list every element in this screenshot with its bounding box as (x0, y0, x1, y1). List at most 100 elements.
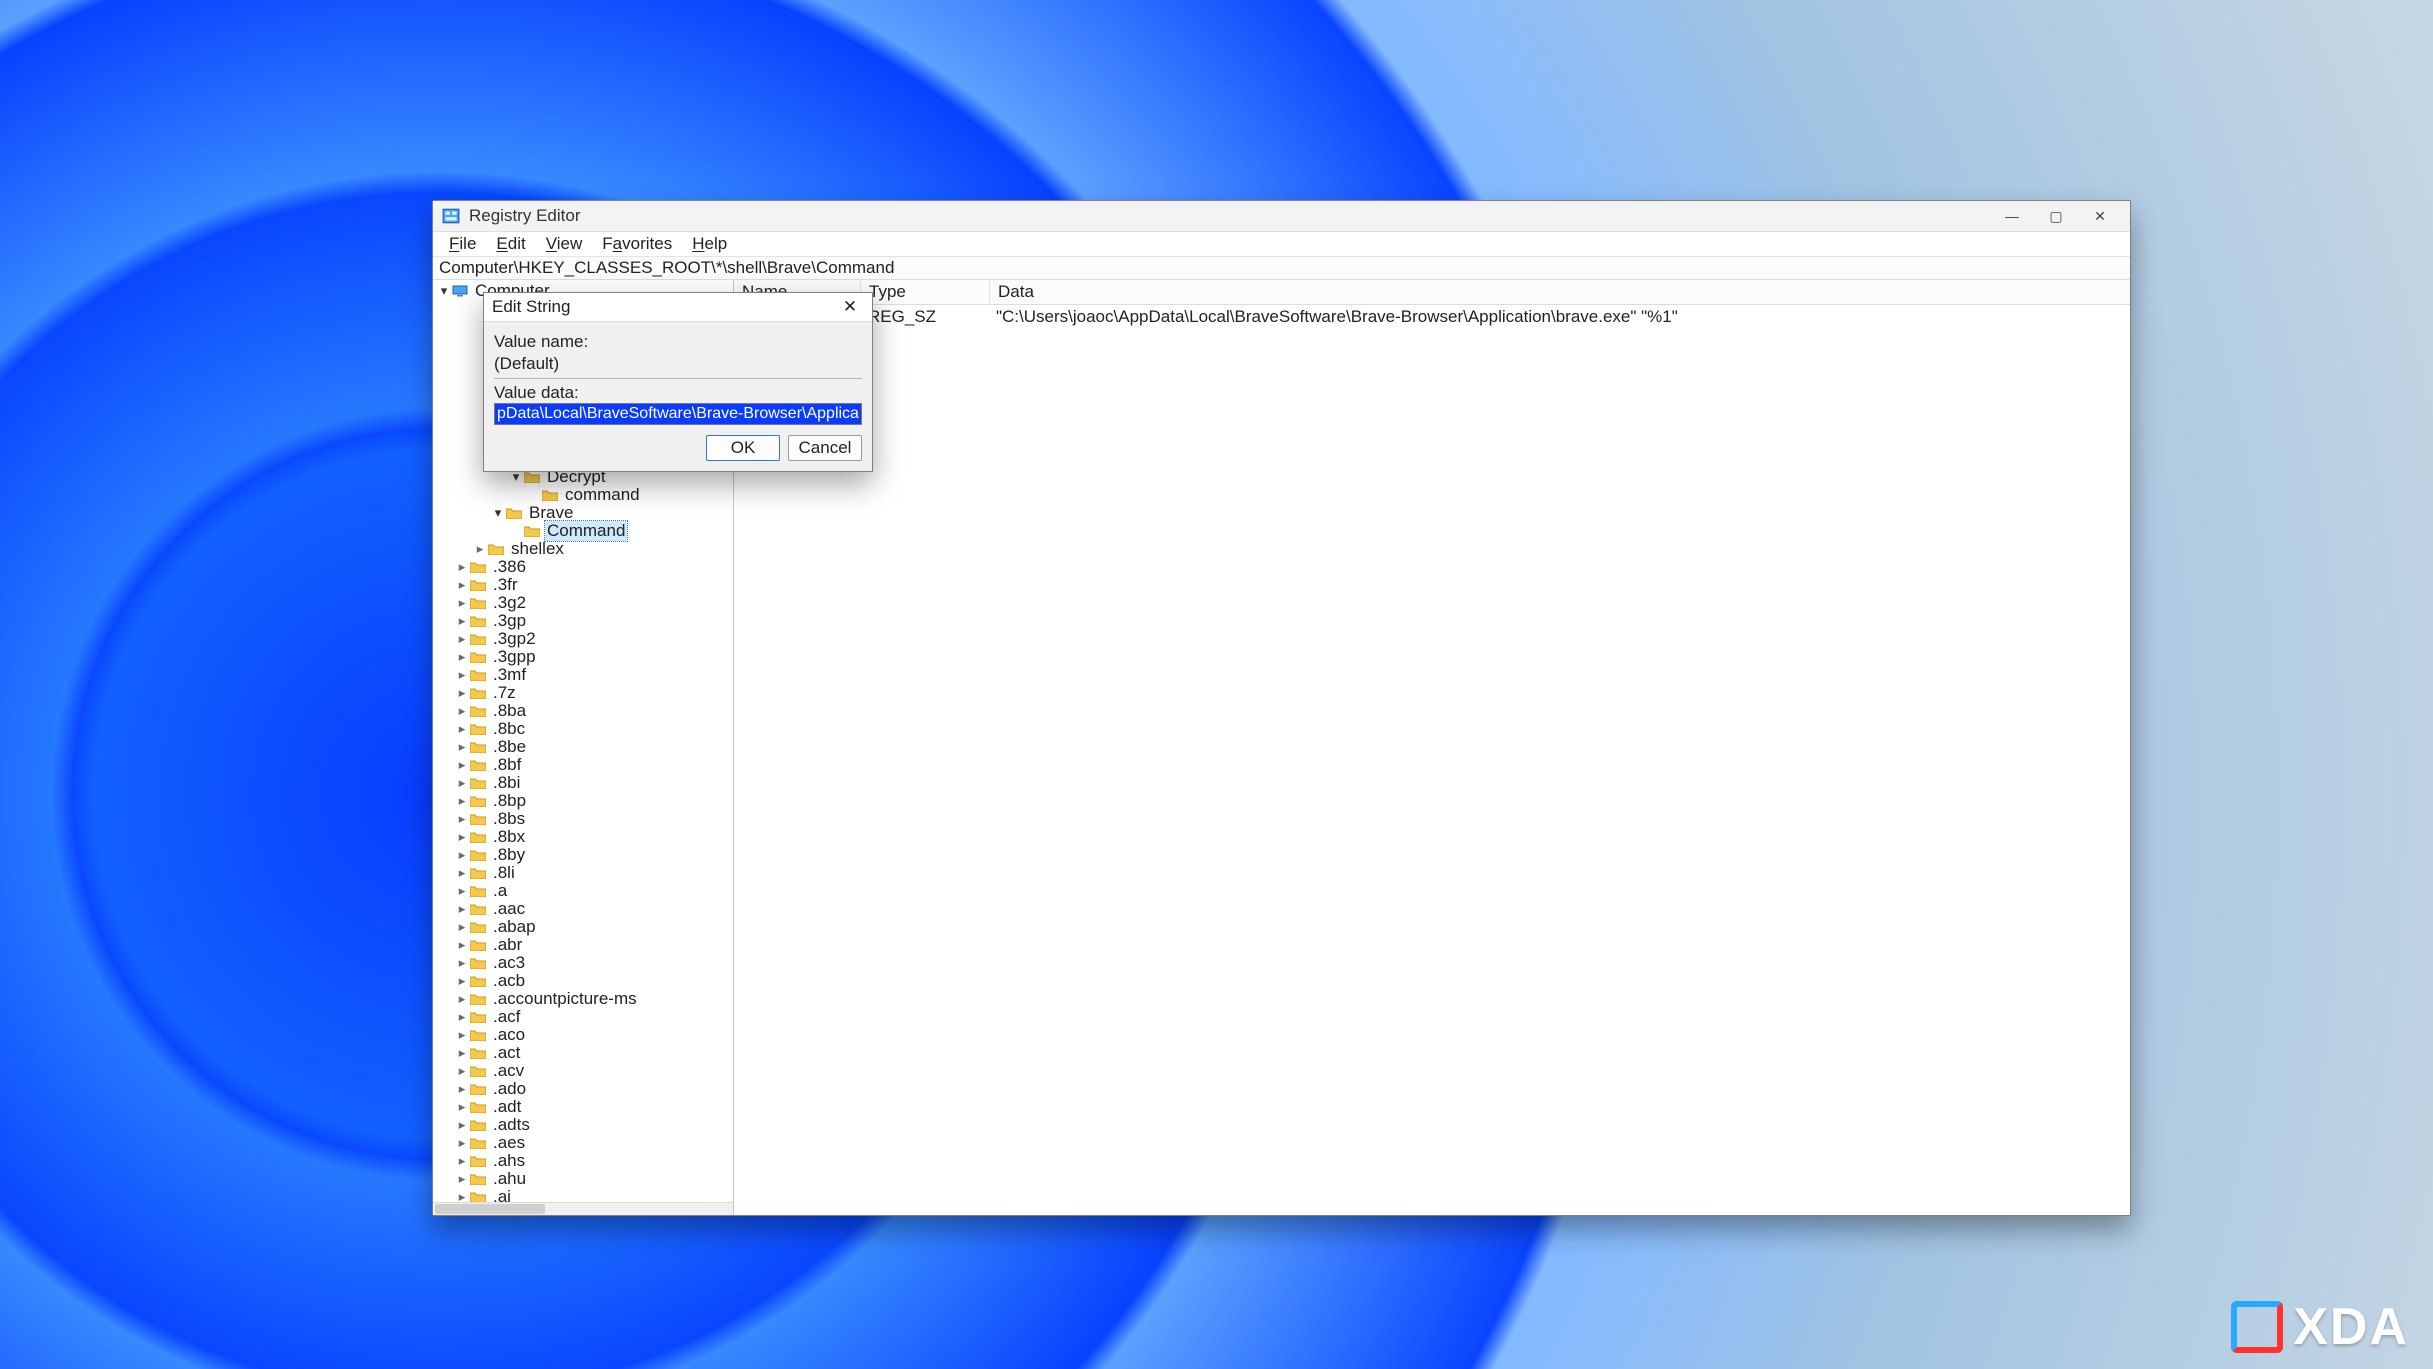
folder-icon (505, 506, 523, 520)
folder-icon (469, 1028, 487, 1042)
tree-node--3g2[interactable]: ▸.3g2 (433, 594, 733, 612)
tree-node--adts[interactable]: ▸.adts (433, 1116, 733, 1134)
titlebar[interactable]: Registry Editor — ▢ ✕ (433, 201, 2130, 232)
tree-node--acf[interactable]: ▸.acf (433, 1008, 733, 1026)
tree-horizontal-scrollbar[interactable] (433, 1202, 733, 1215)
dialog-titlebar[interactable]: Edit String ✕ (484, 293, 872, 322)
tree-node--ac3[interactable]: ▸.ac3 (433, 954, 733, 972)
tree-node-shellex[interactable]: ▸shellex (433, 540, 733, 558)
folder-icon (469, 686, 487, 700)
tree-node-command[interactable]: Command (433, 522, 733, 540)
tree-node--aco[interactable]: ▸.aco (433, 1026, 733, 1044)
folder-icon (469, 1118, 487, 1132)
minimize-button[interactable]: — (1990, 202, 2034, 230)
tree-node--3gpp[interactable]: ▸.3gpp (433, 648, 733, 666)
tree-node--accountpicture-ms[interactable]: ▸.accountpicture-ms (433, 990, 733, 1008)
tree-node-label: .a (491, 881, 509, 901)
tree-node--ado[interactable]: ▸.ado (433, 1080, 733, 1098)
tree-node-label: .acf (491, 1007, 522, 1027)
tree-node--8by[interactable]: ▸.8by (433, 846, 733, 864)
tree-node-label: .aac (491, 899, 527, 919)
address-bar[interactable]: Computer\HKEY_CLASSES_ROOT\*\shell\Brave… (433, 257, 2130, 280)
tree-node--aes[interactable]: ▸.aes (433, 1134, 733, 1152)
folder-icon (469, 1082, 487, 1096)
tree-node--3gp[interactable]: ▸.3gp (433, 612, 733, 630)
folder-icon (469, 722, 487, 736)
folder-icon (469, 1010, 487, 1024)
folder-icon (469, 830, 487, 844)
ok-button[interactable]: OK (706, 435, 780, 461)
tree-node--8li[interactable]: ▸.8li (433, 864, 733, 882)
tree-node--8be[interactable]: ▸.8be (433, 738, 733, 756)
value-name-field: (Default) (494, 352, 862, 379)
tree-node--ahs[interactable]: ▸.ahs (433, 1152, 733, 1170)
tree-node--8bs[interactable]: ▸.8bs (433, 810, 733, 828)
regedit-icon (441, 206, 461, 226)
value-list[interactable]: Name Type Data REG_SZ "C:\Users\joaoc\Ap… (734, 280, 2130, 1215)
col-data[interactable]: Data (990, 280, 2130, 304)
tree-node--adt[interactable]: ▸.adt (433, 1098, 733, 1116)
tree-node--a[interactable]: ▸.a (433, 882, 733, 900)
folder-icon (469, 578, 487, 592)
list-row-default[interactable]: REG_SZ "C:\Users\joaoc\AppData\Local\Bra… (734, 305, 2130, 329)
folder-icon (469, 1172, 487, 1186)
tree-node-label: .8by (491, 845, 527, 865)
dialog-close-button[interactable]: ✕ (836, 295, 864, 319)
tree-node--8ba[interactable]: ▸.8ba (433, 702, 733, 720)
folder-icon (469, 884, 487, 898)
menu-edit[interactable]: Edit (486, 232, 535, 256)
tree-node--3fr[interactable]: ▸.3fr (433, 576, 733, 594)
folder-icon (487, 542, 505, 556)
tree-node-label: .adt (491, 1097, 523, 1117)
cancel-button[interactable]: Cancel (788, 435, 862, 461)
tree-node--8bp[interactable]: ▸.8bp (433, 792, 733, 810)
folder-icon (469, 614, 487, 628)
tree-node--3mf[interactable]: ▸.3mf (433, 666, 733, 684)
tree-node--abr[interactable]: ▸.abr (433, 936, 733, 954)
tree-node--8bc[interactable]: ▸.8bc (433, 720, 733, 738)
tree-node--acv[interactable]: ▸.acv (433, 1062, 733, 1080)
folder-icon (469, 974, 487, 988)
tree-node--8bi[interactable]: ▸.8bi (433, 774, 733, 792)
close-button[interactable]: ✕ (2078, 202, 2122, 230)
folder-icon (469, 632, 487, 646)
tree-node--8bf[interactable]: ▸.8bf (433, 756, 733, 774)
tree-node-label: .ahs (491, 1151, 527, 1171)
tree-node--act[interactable]: ▸.act (433, 1044, 733, 1062)
tree-node-label: .3gp2 (491, 629, 538, 649)
tree-node-label: .3gpp (491, 647, 538, 667)
tree-node-label: .8bi (491, 773, 522, 793)
list-header[interactable]: Name Type Data (734, 280, 2130, 305)
tree-node-command[interactable]: command (433, 486, 733, 504)
maximize-button[interactable]: ▢ (2034, 202, 2078, 230)
value-data-input[interactable] (494, 403, 862, 425)
tree-node--7z[interactable]: ▸.7z (433, 684, 733, 702)
menu-favorites[interactable]: Favorites (592, 232, 682, 256)
col-type[interactable]: Type (861, 280, 990, 304)
menu-view[interactable]: View (536, 232, 593, 256)
tree-node--8bx[interactable]: ▸.8bx (433, 828, 733, 846)
folder-icon (469, 1064, 487, 1078)
tree-node-label: .8bx (491, 827, 527, 847)
xda-logo-icon (2231, 1301, 2283, 1353)
tree-node-label: .ahu (491, 1169, 528, 1189)
tree-node-label: .8li (491, 863, 517, 883)
tree-node-label: .8bs (491, 809, 527, 829)
tree-node--acb[interactable]: ▸.acb (433, 972, 733, 990)
tree-node--386[interactable]: ▸.386 (433, 558, 733, 576)
tree-node--abap[interactable]: ▸.abap (433, 918, 733, 936)
folder-icon (469, 938, 487, 952)
tree-node-brave[interactable]: ▾Brave (433, 504, 733, 522)
menu-help[interactable]: Help (682, 232, 737, 256)
tree-node--aac[interactable]: ▸.aac (433, 900, 733, 918)
tree-node--ahu[interactable]: ▸.ahu (433, 1170, 733, 1188)
tree-node-label: .8bp (491, 791, 528, 811)
tree-node--3gp2[interactable]: ▸.3gp2 (433, 630, 733, 648)
tree-node-label: .8bc (491, 719, 527, 739)
tree-node-label: .3fr (491, 575, 520, 595)
folder-icon (469, 1046, 487, 1060)
menu-file[interactable]: File (439, 232, 486, 256)
cell-type: REG_SZ (860, 305, 988, 329)
dialog-title: Edit String (492, 297, 836, 317)
tree-node-label: .abr (491, 935, 524, 955)
